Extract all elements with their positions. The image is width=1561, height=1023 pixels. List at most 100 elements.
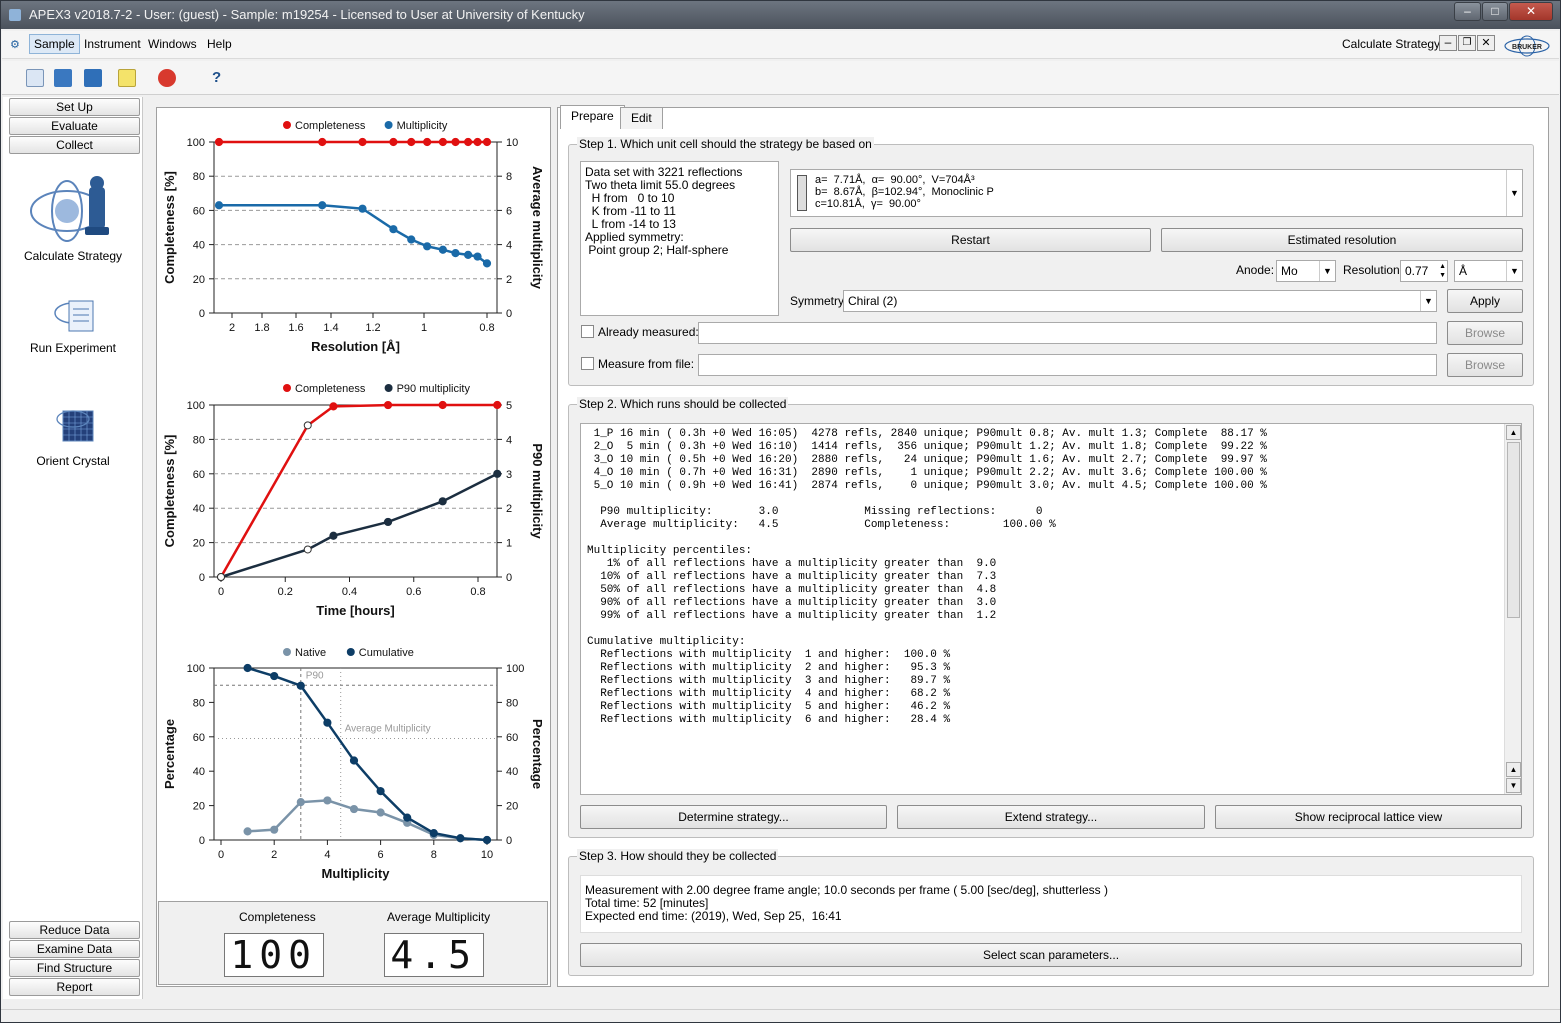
find-structure-button[interactable]: Find Structure (9, 959, 140, 977)
data-point (296, 798, 305, 807)
determine-strategy-button[interactable]: Determine strategy... (580, 805, 887, 829)
scroll-thumb[interactable] (1507, 442, 1520, 618)
chevron-down-icon[interactable]: ▼ (1319, 261, 1335, 281)
report-scrollbar[interactable]: ▲ ▲ ▼ (1504, 424, 1521, 794)
y-tick-label: 20 (193, 274, 205, 286)
reciprocal-lattice-button[interactable]: Show reciprocal lattice view (1215, 805, 1522, 829)
calculate-strategy-label[interactable]: Calculate Strategy (3, 249, 143, 263)
evaluate-button[interactable]: Evaluate (9, 117, 140, 135)
data-point (464, 250, 473, 259)
x-tick-label: 2 (271, 849, 277, 861)
report-line: Average multiplicity: 4.5 Completeness: … (587, 519, 1056, 531)
maximize-button[interactable]: □ (1482, 2, 1508, 21)
select-scan-parameters-button[interactable]: Select scan parameters... (580, 943, 1522, 967)
x-tick-label: 1.4 (323, 322, 338, 334)
resolution-unit-select[interactable]: Å ▼ (1454, 260, 1523, 282)
mdi-close-button[interactable]: ✕ (1477, 35, 1495, 51)
data-point (493, 400, 502, 410)
y-axis-label: Completeness [%] (162, 435, 177, 548)
extend-strategy-button[interactable]: Extend strategy... (897, 805, 1205, 829)
y2-tick-label: 0 (506, 835, 512, 847)
symmetry-label: Symmetry: (790, 294, 848, 308)
restart-button[interactable]: Restart (790, 228, 1151, 252)
new-document-icon[interactable] (26, 69, 44, 87)
note-icon[interactable] (118, 69, 136, 87)
orient-crystal-label[interactable]: Orient Crystal (3, 454, 143, 468)
menu-help[interactable]: Help (207, 37, 232, 51)
y2-tick-label: 6 (506, 205, 512, 217)
run-experiment-icon[interactable] (53, 293, 99, 335)
anode-select[interactable]: Mo ▼ (1276, 260, 1336, 282)
y-tick-label: 60 (193, 732, 205, 744)
mdi-minimize-button[interactable]: – (1439, 35, 1457, 51)
collect-button[interactable]: Collect (9, 136, 140, 154)
measure-from-file-checkbox[interactable] (581, 357, 594, 370)
close-button[interactable]: ✕ (1509, 2, 1553, 21)
data-point (451, 249, 460, 258)
run-experiment-label[interactable]: Run Experiment (3, 341, 143, 355)
chevron-down-icon[interactable]: ▼ (1420, 291, 1436, 311)
step2-group: Step 2. Which runs should be collected 1… (568, 397, 1534, 838)
y2-tick-label: 5 (506, 400, 512, 412)
help-cursor-icon[interactable]: ? (212, 69, 230, 87)
symmetry-select[interactable]: Chiral (2) ▼ (843, 290, 1437, 312)
reduce-data-button[interactable]: Reduce Data (9, 921, 140, 939)
open-icon[interactable] (54, 69, 72, 87)
x-tick-label: 10 (481, 849, 493, 861)
data-point (438, 497, 447, 506)
report-line (587, 493, 1267, 506)
setup-button[interactable]: Set Up (9, 98, 140, 116)
menu-sample[interactable]: Sample (29, 34, 80, 54)
data-point (383, 400, 393, 410)
anode-value: Mo (1281, 264, 1298, 278)
scroll-up-icon[interactable]: ▲ (1506, 425, 1521, 440)
apply-button[interactable]: Apply (1447, 289, 1523, 313)
data-point (323, 718, 332, 727)
scroll-up-icon[interactable]: ▲ (1506, 762, 1521, 777)
data-point (389, 225, 398, 234)
report-line: Reflections with multiplicity 3 and high… (587, 675, 951, 687)
data-point (407, 235, 416, 244)
save-icon[interactable] (84, 69, 102, 87)
minimize-button[interactable]: – (1454, 2, 1481, 21)
orient-crystal-icon[interactable] (53, 403, 99, 447)
menu-windows[interactable]: Windows (148, 37, 197, 51)
plot-area (213, 141, 498, 314)
examine-data-button[interactable]: Examine Data (9, 940, 140, 958)
anode-label: Anode: (1236, 263, 1275, 277)
y-tick-label: 80 (193, 171, 205, 183)
tab-prepare[interactable]: Prepare (560, 105, 625, 129)
app-menu-icon[interactable]: ⚙ (10, 38, 20, 51)
legend-label: Cumulative (359, 647, 414, 659)
legend-label: Completeness (295, 120, 366, 132)
app-icon (9, 9, 21, 21)
y-tick-label: 40 (193, 503, 205, 515)
unit-cell-select[interactable]: a= 7.71Å, α= 90.00°, V=704Å³ b= 8.67Å, β… (790, 169, 1523, 217)
spinner-arrows-icon[interactable]: ▲ ▼ (1439, 262, 1446, 280)
measure-from-file-input[interactable] (698, 354, 1437, 376)
plot-area (213, 667, 498, 841)
already-measured-checkbox[interactable] (581, 325, 594, 338)
tab-edit[interactable]: Edit (620, 107, 663, 129)
menu-instrument[interactable]: Instrument (84, 37, 141, 51)
data-point (407, 137, 416, 147)
scroll-down-icon[interactable]: ▼ (1506, 778, 1521, 793)
calculate-strategy-icon[interactable] (27, 169, 127, 245)
resolution-input[interactable]: 0.77 ▲ ▼ (1400, 260, 1448, 282)
already-measured-input[interactable] (698, 322, 1437, 344)
strategy-report-box[interactable]: 1_P 16 min ( 0.3h +0 Wed 16:05) 4278 ref… (580, 423, 1522, 795)
y2-tick-label: 100 (506, 663, 524, 675)
report-line: 3_O 10 min ( 0.5h +0 Wed 16:20) 2880 ref… (587, 454, 1267, 466)
y2-tick-label: 8 (506, 171, 512, 183)
x-tick-label: 8 (431, 849, 437, 861)
chevron-down-icon[interactable]: ▼ (1506, 261, 1522, 281)
mdi-restore-button[interactable]: ❐ (1458, 35, 1476, 51)
data-point (451, 137, 460, 147)
report-button[interactable]: Report (9, 978, 140, 996)
browse-button[interactable]: Browse (1447, 321, 1523, 345)
browse-file-button[interactable]: Browse (1447, 353, 1523, 377)
strategy-panel: Prepare Edit Step 1. Which unit cell sho… (557, 105, 1549, 987)
chevron-down-icon[interactable]: ▼ (1506, 170, 1522, 216)
estimated-resolution-button[interactable]: Estimated resolution (1161, 228, 1523, 252)
stop-icon[interactable] (158, 69, 176, 87)
